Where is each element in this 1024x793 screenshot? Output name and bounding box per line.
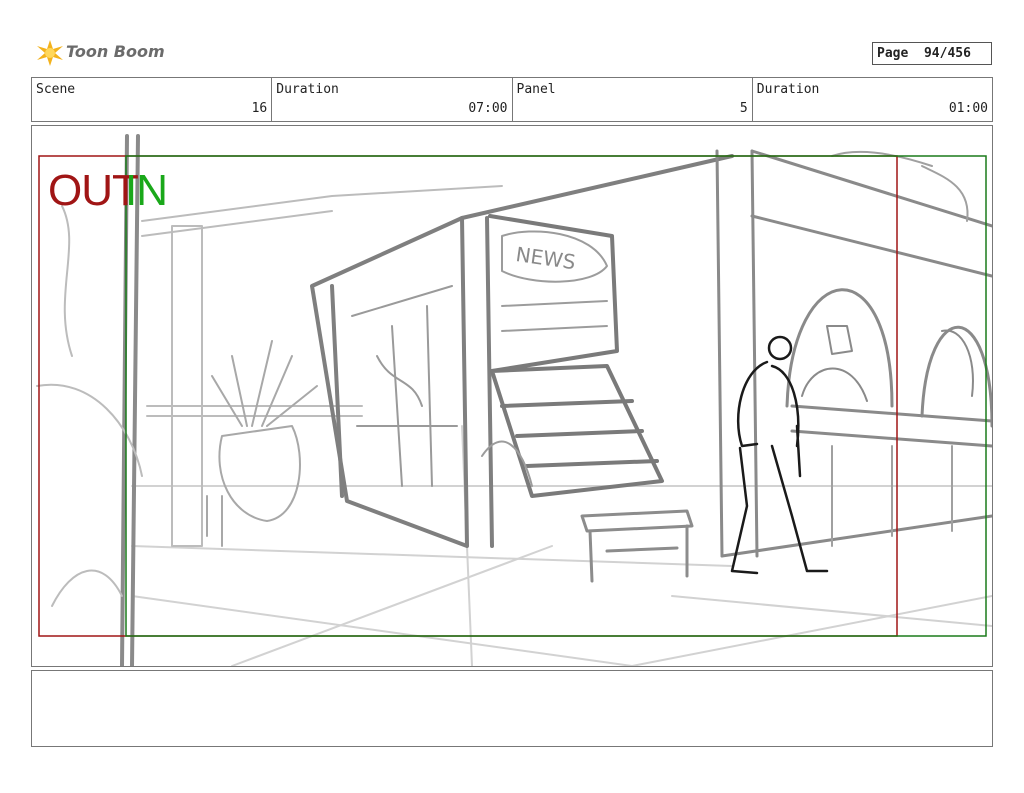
brand-name: Toon Boom [66,42,165,61]
panel-duration-label: Duration [756,82,820,97]
scene-label: Scene [36,82,76,97]
panel-duration-value: 01:00 [948,101,988,116]
panel-cell: Panel 5 [513,78,753,121]
scene-cell: Scene 16 [32,78,273,121]
scene-duration-label: Duration [276,82,339,97]
page-counter: Page 94/456 [872,42,992,65]
panel-label: Panel [516,82,556,97]
news-sign-text: NEWS [514,242,577,274]
scene-value: 16 [251,101,268,116]
in-label: IN [125,166,168,215]
panel-sketch: NEWS [36,134,992,666]
toon-boom-logo: Toon Boom [34,38,165,68]
panel-value: 5 [739,101,748,116]
scene-duration-value: 07:00 [468,101,508,116]
storyboard-panel: NEWS OUT IN [31,125,993,667]
panel-info-table: Scene 16 Duration 07:00 Panel 5 Duration… [31,77,993,122]
panel-duration-cell: Duration 01:00 [753,78,992,121]
panel-notes [31,670,993,747]
scene-duration-cell: Duration 07:00 [272,78,513,121]
star-burst-icon [37,40,63,66]
